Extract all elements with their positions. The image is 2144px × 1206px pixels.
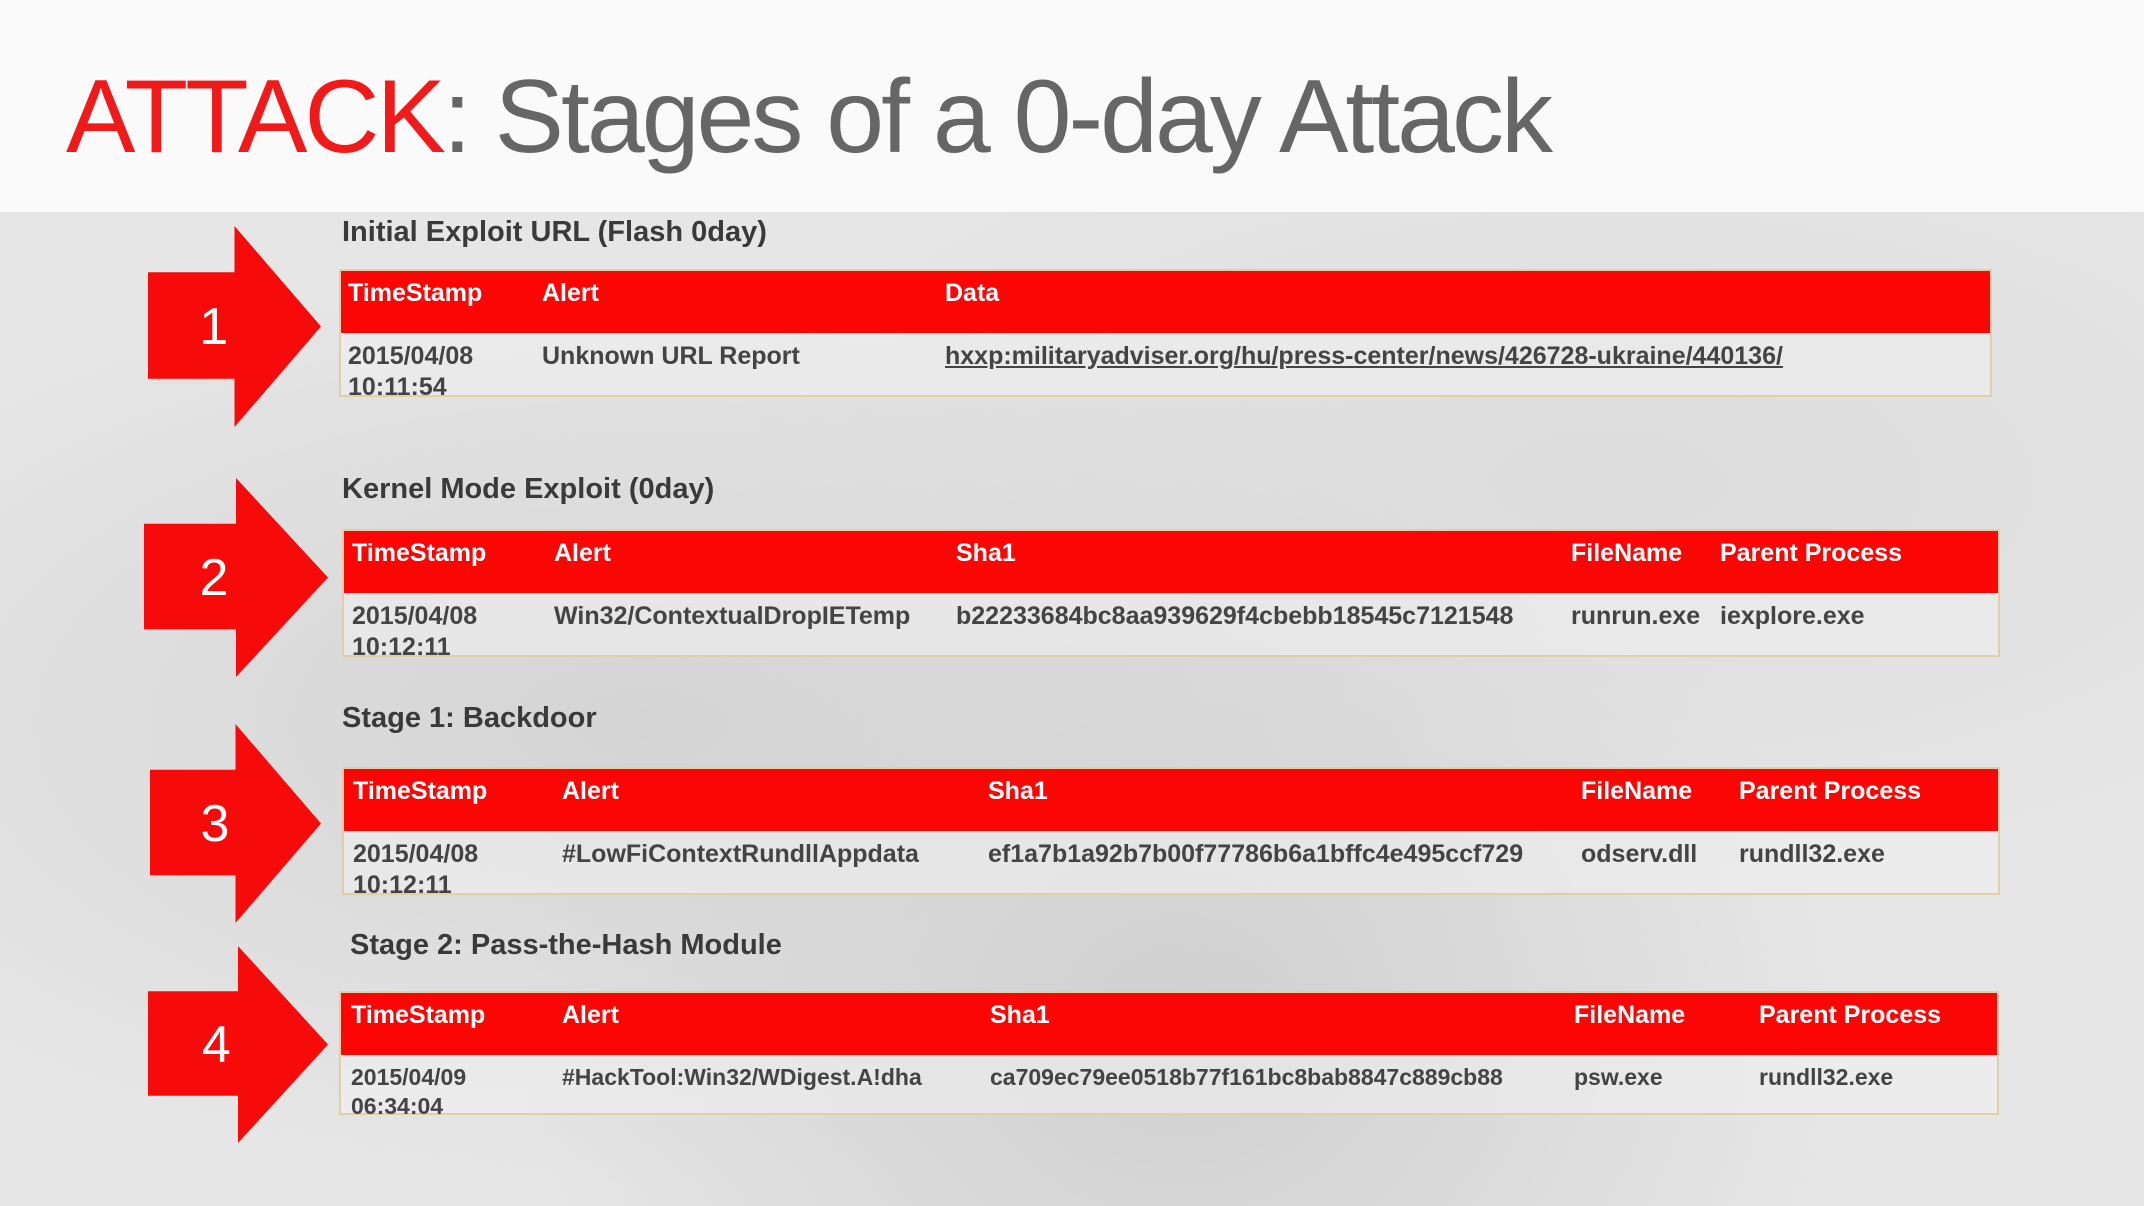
stage-number: 1 [199, 297, 229, 356]
column-header-timestamp: TimeStamp [353, 777, 488, 805]
cell-filename: runrun.exe [1571, 602, 1701, 630]
column-header-filename: FileName [1571, 539, 1683, 567]
column-header-alert: Alert [562, 777, 619, 805]
stage-4-arrow: 4 [148, 946, 328, 1143]
column-header-filename: FileName [1581, 777, 1693, 805]
stage-1-arrow: 1 [148, 226, 321, 427]
cell-alert: Unknown URL Report [542, 342, 800, 370]
cell-timestamp: 2015/04/08 10:11:54 [348, 342, 474, 401]
column-header-sha1: Sha1 [990, 1001, 1050, 1029]
cell-sha1: b22233684bc8aa939629f4cbebb18545c7121548 [956, 602, 1514, 630]
cell-sha1: ca709ec79ee0518b77f161bc8bab8847c889cb88 [990, 1064, 1503, 1090]
column-header-parent-process: Parent Process [1739, 777, 1922, 805]
stage-number: 2 [199, 548, 229, 607]
table-row: 2015/04/08 10:12:11 #LowFiContextRundllA… [344, 831, 1998, 901]
cell-timestamp: 2015/04/08 10:12:11 [352, 602, 478, 661]
column-header-alert: Alert [554, 539, 611, 567]
stage-2-arrow: 2 [144, 478, 328, 677]
table-row: 2015/04/09 06:34:04 #HackTool:Win32/WDig… [341, 1055, 1997, 1121]
stage-3-label: Stage 1: Backdoor [342, 702, 597, 734]
column-header-parent-process: Parent Process [1720, 539, 1903, 567]
table-header: TimeStamp Alert Data [341, 271, 1990, 333]
stage-4-label: Stage 2: Pass-the-Hash Module [350, 929, 782, 961]
table-header: TimeStamp Alert Sha1 FileName Parent Pro… [341, 993, 1997, 1055]
title-rest: : Stages of a 0-day Attack [442, 59, 1553, 175]
column-header-timestamp: TimeStamp [351, 1001, 486, 1029]
stage-2-label: Kernel Mode Exploit (0day) [342, 473, 715, 505]
cell-timestamp: 2015/04/09 06:34:04 [351, 1064, 467, 1119]
table-header: TimeStamp Alert Sha1 FileName Parent Pro… [344, 531, 1998, 593]
slide-title: ATTACK: Stages of a 0-day Attack [66, 58, 1553, 177]
stage-4-table: TimeStamp Alert Sha1 FileName Parent Pro… [339, 991, 1999, 1119]
table-header: TimeStamp Alert Sha1 FileName Parent Pro… [344, 769, 1998, 831]
title-accent: ATTACK [66, 59, 446, 175]
stage-3-arrow: 3 [150, 724, 321, 923]
cell-parent-process: iexplore.exe [1720, 602, 1865, 630]
cell-data-url[interactable]: hxxp:militaryadviser.org/hu/press-center… [945, 341, 1990, 403]
column-header-alert: Alert [542, 279, 599, 307]
cell-parent-process: rundll32.exe [1739, 840, 1885, 868]
table-row: 2015/04/08 10:12:11 Win32/ContextualDrop… [344, 593, 1998, 663]
column-header-alert: Alert [562, 1001, 619, 1029]
cell-alert: #LowFiContextRundllAppdata [562, 840, 919, 868]
column-header-sha1: Sha1 [988, 777, 1048, 805]
stage-1-label: Initial Exploit URL (Flash 0day) [342, 216, 767, 248]
column-header-data: Data [945, 279, 1000, 307]
table-row: 2015/04/08 10:11:54 Unknown URL Report h… [341, 333, 1990, 403]
cell-filename: psw.exe [1574, 1064, 1663, 1090]
column-header-sha1: Sha1 [956, 539, 1016, 567]
cell-timestamp: 2015/04/08 10:12:11 [353, 840, 479, 899]
cell-filename: odserv.dll [1581, 840, 1698, 868]
stage-1-table: TimeStamp Alert Data 2015/04/08 10:11:54… [339, 269, 1992, 401]
stage-3-table: TimeStamp Alert Sha1 FileName Parent Pro… [342, 767, 2000, 899]
column-header-filename: FileName [1574, 1001, 1686, 1029]
stage-2-table: TimeStamp Alert Sha1 FileName Parent Pro… [342, 529, 2000, 661]
stage-number: 4 [201, 1015, 231, 1074]
cell-sha1: ef1a7b1a92b7b00f77786b6a1bffc4e495ccf729 [988, 840, 1524, 868]
cell-alert: Win32/ContextualDropIETemp [554, 602, 911, 630]
column-header-parent-process: Parent Process [1759, 1001, 1942, 1029]
cell-alert: #HackTool:Win32/WDigest.A!dha [562, 1064, 922, 1090]
column-header-timestamp: TimeStamp [348, 279, 483, 307]
cell-parent-process: rundll32.exe [1759, 1064, 1894, 1090]
column-header-timestamp: TimeStamp [352, 539, 487, 567]
stage-number: 3 [200, 794, 230, 853]
